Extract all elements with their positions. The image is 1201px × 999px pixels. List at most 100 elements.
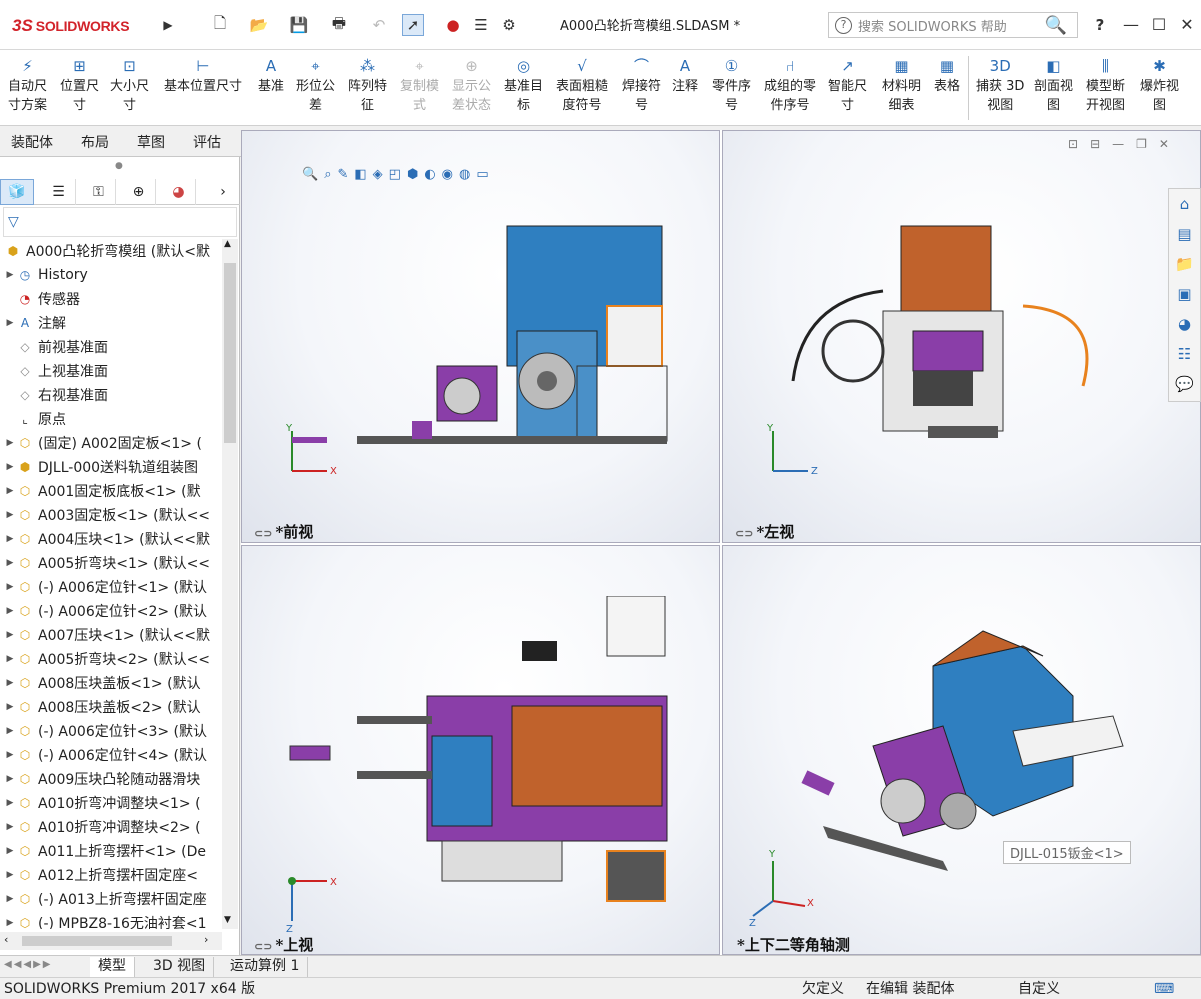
display-style-icon[interactable]: ⬢ (407, 167, 418, 182)
solidworks-logo[interactable]: 3S SOLIDWORKS (12, 11, 154, 41)
ribbon-location-dimension-button[interactable]: ⊞ 位置尺寸 (60, 56, 99, 115)
expand-arrow-icon[interactable]: ▶ (4, 486, 16, 496)
bottom-tab[interactable]: 运动算例 1 (222, 957, 309, 977)
tree-item[interactable]: ▶ ⬡ A010折弯冲调整块<2> ( (4, 815, 222, 839)
status-units[interactable]: 自定义 (1018, 980, 1060, 998)
scroll-down-icon[interactable]: ▼ (224, 915, 231, 925)
front-view-model[interactable] (342, 221, 682, 451)
tree-item[interactable]: ▶ ⬡ (-) A006定位针<3> (默认 (4, 719, 222, 743)
appearances-icon[interactable]: ◕ (1169, 309, 1200, 339)
expand-arrow-icon[interactable]: ▶ (4, 462, 16, 472)
print-icon[interactable]: 🖶 (324, 14, 354, 36)
tree-item[interactable]: ◇ 右视基准面 (4, 383, 222, 407)
ribbon-pattern-feature-button[interactable]: ⁂ 阵列特征 (348, 56, 387, 115)
tree-item[interactable]: ▶ ⬡ (-) A013上折弯摆杆固定座 (4, 887, 222, 911)
expand-arrow-icon[interactable]: ▶ (4, 270, 16, 280)
display-manager-tab-icon[interactable]: ◕ (162, 179, 196, 205)
ribbon-stacked-balloon-button[interactable]: ⑁ 成组的零 件序号 (764, 56, 816, 115)
expand-arrow-icon[interactable]: ▶ (4, 534, 16, 544)
forum-icon[interactable]: 💬 (1169, 369, 1200, 399)
tree-item[interactable]: ▶ ⬡ A010折弯冲调整块<1> ( (4, 791, 222, 815)
scroll-left-icon[interactable]: ‹ (4, 933, 8, 946)
options-gear-icon[interactable]: ⚙ (494, 14, 524, 36)
expand-arrow-icon[interactable]: ▶ (4, 702, 16, 712)
command-tab[interactable]: 草图 (128, 130, 174, 156)
file-properties-icon[interactable]: ☰ (470, 14, 492, 36)
expand-arrow-icon[interactable]: ▶ (4, 798, 16, 808)
ribbon-capture-3d-view-button[interactable]: 3D 捕获 3D 视图 (976, 56, 1024, 115)
solidworks-resources-icon[interactable]: ⌂ (1169, 189, 1200, 219)
zoom-to-fit-icon[interactable]: 🔍 (302, 167, 318, 182)
open-document-icon[interactable]: 📂 (244, 14, 274, 36)
ribbon-auto-dimension-button[interactable]: ⚡ 自动尺 寸方案 (8, 56, 47, 115)
viewport-restore-icon[interactable]: ❐ (1136, 137, 1147, 151)
viewport-top[interactable]: X Z ⊂⊃ *上视 (241, 545, 720, 955)
viewport-left[interactable]: ⊡ ⊟ — ❐ ✕ Y Z ⊂⊃ *左视 (722, 130, 1201, 543)
feature-manager-tab-icon[interactable]: 🧊 (0, 179, 34, 205)
tree-item[interactable]: ▶ ⬡ (-) A006定位针<4> (默认 (4, 743, 222, 767)
viewport-next-icon[interactable]: ⊟ (1090, 137, 1100, 151)
tree-item[interactable]: ⌞ 原点 (4, 407, 222, 431)
tree-item[interactable]: ▶ ⬡ A008压块盖板<2> (默认 (4, 695, 222, 719)
ribbon-basic-location-dimension-button[interactable]: ⊢ 基本位置尺寸 (164, 56, 242, 96)
link-views-icon[interactable]: ⊂⊃ (735, 527, 753, 540)
expand-arrow-icon[interactable]: ▶ (4, 630, 16, 640)
property-manager-tab-icon[interactable]: ☰ (42, 179, 76, 205)
expand-arrow-icon[interactable]: ▶ (4, 582, 16, 592)
scroll-right-icon[interactable]: › (204, 933, 208, 946)
expand-arrow-icon[interactable]: ▶ (4, 846, 16, 856)
custom-properties-icon[interactable]: ☷ (1169, 339, 1200, 369)
tree-item[interactable]: ▶ ⬡ A001固定板底板<1> (默 (4, 479, 222, 503)
command-tab[interactable]: 装配体 (2, 130, 62, 156)
ribbon-show-tolerance-status-button[interactable]: ⊕ 显示公 差状态 (452, 56, 491, 115)
expand-arrow-icon[interactable]: ▶ (4, 510, 16, 520)
tree-item[interactable]: ▶ ⬡ A007压块<1> (默认<<默 (4, 623, 222, 647)
expand-arrow-icon[interactable]: ▶ (4, 654, 16, 664)
zoom-to-area-icon[interactable]: ⌕ (324, 167, 331, 182)
viewport-prev-icon[interactable]: ⊡ (1068, 137, 1078, 151)
tab-scroll-arrows-icon[interactable]: ◀◀◀▶▶ (4, 959, 52, 970)
tree-item[interactable]: ▶ ⬢ DJLL-000送料轨道组装图 (4, 455, 222, 479)
ribbon-geometric-tolerance-button[interactable]: ⌖ 形位公差 (296, 56, 335, 115)
file-explorer-icon[interactable]: 📁 (1169, 249, 1200, 279)
undo-icon[interactable]: ↶ (364, 14, 394, 36)
view-orientation-icon[interactable]: ◰ (389, 167, 401, 182)
ribbon-bom-button[interactable]: ▦ 材料明 细表 (882, 56, 921, 115)
view-settings-icon[interactable]: ▭ (476, 167, 488, 182)
expand-arrow-icon[interactable]: ▶ (4, 870, 16, 880)
section-view-toolbar-icon[interactable]: ◧ (354, 167, 366, 182)
tree-item[interactable]: ▶ ⬡ A003固定板<1> (默认<< (4, 503, 222, 527)
ribbon-note-button[interactable]: A 注释 (672, 56, 698, 96)
left-view-model[interactable] (783, 221, 1103, 451)
select-pointer-icon[interactable]: ➚ (402, 14, 424, 36)
bottom-tab[interactable]: 3D 视图 (145, 957, 215, 977)
panel-tabs-more-icon[interactable]: › (210, 179, 236, 205)
graphics-area[interactable]: 🔍 ⌕ ✎ ◧ ◈ ◰ ⬢ ◐ ◉ ◍ ▭ Y X ⊂⊃ *前视 ⊡ ⊟ — ❐… (241, 130, 1201, 955)
tree-item[interactable]: ▶ ⬡ A005折弯块<2> (默认<< (4, 647, 222, 671)
rebuild-icon[interactable]: ● (442, 14, 464, 36)
tree-item[interactable]: ▶ ⬡ A004压块<1> (默认<<默 (4, 527, 222, 551)
expand-arrow-icon[interactable]: ▶ (4, 438, 16, 448)
expand-arrow-icon[interactable]: ▶ (4, 318, 16, 328)
tree-item[interactable]: ▶ ⬡ A008压块盖板<1> (默认 (4, 671, 222, 695)
ribbon-model-break-view-button[interactable]: ⫼ 模型断 开视图 (1086, 56, 1125, 115)
tree-item[interactable]: ▶ ⬡ A011上折弯摆杆<1> (De (4, 839, 222, 863)
expand-arrow-icon[interactable]: ▶ (4, 750, 16, 760)
expand-arrow-icon[interactable]: ▶ (4, 918, 16, 928)
previous-view-icon[interactable]: ✎ (337, 167, 348, 182)
tree-item[interactable]: ◇ 前视基准面 (4, 335, 222, 359)
expand-arrow-icon[interactable]: ▶ (4, 894, 16, 904)
expand-arrow-icon[interactable]: ▶ (4, 726, 16, 736)
viewport-minimize-icon[interactable]: — (1112, 137, 1124, 151)
view-palette-icon[interactable]: ▣ (1169, 279, 1200, 309)
ribbon-smart-dimension-button[interactable]: ↗ 智能尺寸 (828, 56, 867, 115)
ribbon-copy-scheme-button[interactable]: ⌖ 复制模式 (400, 56, 439, 115)
status-tooltip-icon[interactable]: ⌨ (1154, 980, 1174, 998)
tree-scroll-thumb[interactable] (224, 263, 236, 443)
ribbon-section-view-button[interactable]: ◧ 剖面视图 (1034, 56, 1073, 115)
new-document-icon[interactable]: 🗋 (206, 14, 234, 36)
configuration-manager-tab-icon[interactable]: ⚿ (82, 179, 116, 205)
tree-item[interactable]: ▶ ⬡ A012上折弯摆杆固定座< (4, 863, 222, 887)
command-tab[interactable]: 布局 (72, 130, 118, 156)
edit-appearance-icon[interactable]: ◉ (442, 167, 453, 182)
